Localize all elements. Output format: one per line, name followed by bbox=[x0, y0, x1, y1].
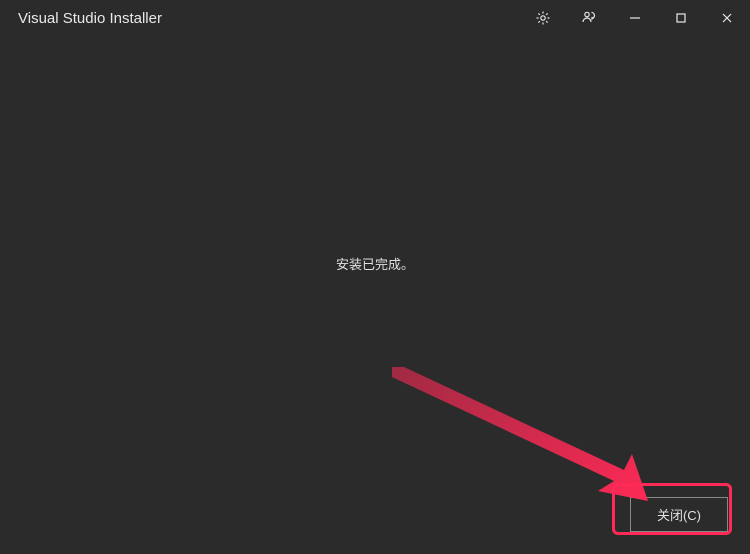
maximize-button[interactable] bbox=[658, 0, 704, 36]
footer-bar: 关闭(C) bbox=[0, 490, 750, 554]
window-title: Visual Studio Installer bbox=[18, 10, 162, 27]
close-icon bbox=[720, 11, 734, 25]
feedback-icon bbox=[581, 10, 597, 26]
settings-gear-button[interactable] bbox=[520, 0, 566, 36]
installer-window: Visual Studio Installer bbox=[0, 0, 750, 554]
minimize-button[interactable] bbox=[612, 0, 658, 36]
minimize-icon bbox=[628, 11, 642, 25]
gear-icon bbox=[535, 10, 551, 26]
maximize-icon bbox=[674, 11, 688, 25]
close-window-button[interactable] bbox=[704, 0, 750, 36]
main-content: 安装已完成。 bbox=[0, 36, 750, 490]
title-bar-controls bbox=[520, 0, 750, 36]
close-button[interactable]: 关闭(C) bbox=[630, 497, 728, 532]
install-complete-message: 安装已完成。 bbox=[336, 254, 414, 273]
title-bar: Visual Studio Installer bbox=[0, 0, 750, 36]
feedback-button[interactable] bbox=[566, 0, 612, 36]
